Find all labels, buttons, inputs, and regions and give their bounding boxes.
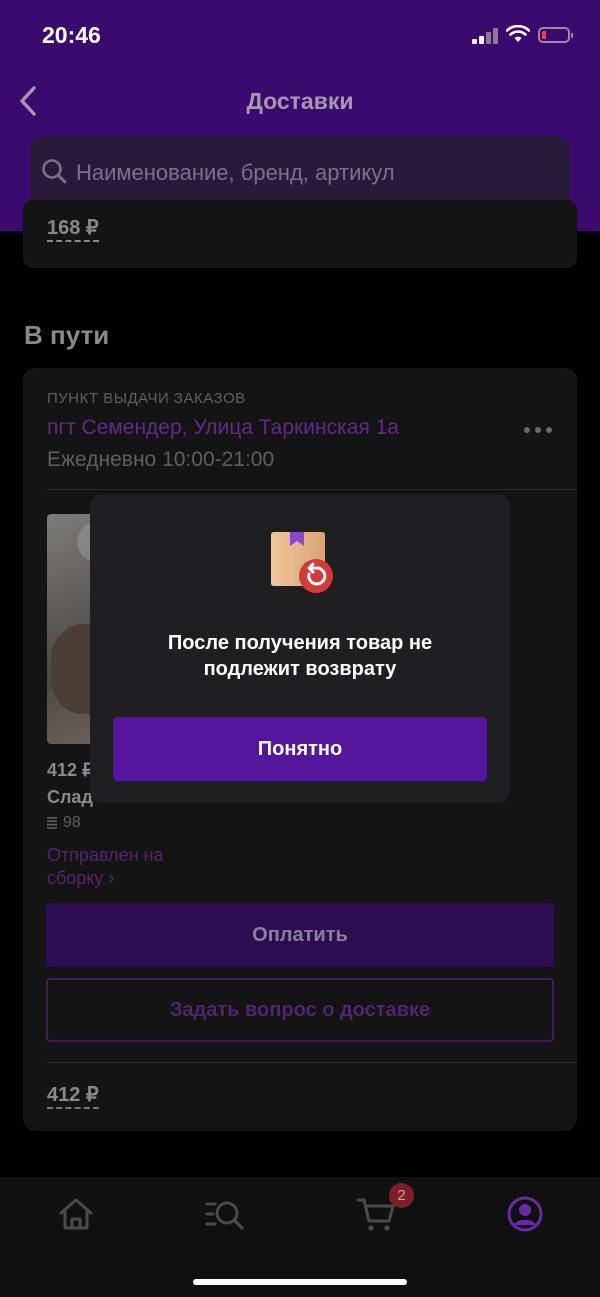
item-price: 412 ₽	[47, 760, 94, 780]
cellular-signal-icon	[472, 28, 500, 44]
pickup-point-hours: Ежедневно 10:00-21:00	[47, 448, 275, 471]
previous-delivery-price: 168 ₽	[47, 216, 99, 242]
wifi-icon	[506, 25, 530, 42]
no-return-modal: После получения товар не подлежит возвра…	[90, 494, 510, 803]
item-name: Слад	[47, 787, 93, 807]
barcode-icon	[47, 817, 57, 829]
home-indicator	[193, 1279, 407, 1285]
status-bar: 20:46	[0, 0, 600, 72]
status-time: 20:46	[42, 22, 101, 48]
previous-delivery-card: 168 ₽	[23, 200, 577, 268]
section-title-in-transit: В пути	[24, 320, 110, 350]
page-title: Доставки	[246, 88, 354, 114]
more-options-icon[interactable]	[523, 425, 553, 435]
catalog-search-icon[interactable]	[205, 1194, 245, 1234]
delivery-total-price: 412 ₽	[47, 1083, 99, 1109]
pickup-point-address[interactable]: пгт Семендер, Улица Таркинская 1а	[47, 416, 399, 440]
battery-icon	[538, 27, 573, 43]
header: 20:46 Доставки	[0, 0, 600, 231]
pay-button[interactable]: Оплатить	[46, 903, 554, 967]
package-return-icon	[271, 532, 333, 593]
divider	[47, 1062, 577, 1063]
divider	[47, 489, 577, 490]
pickup-point-label: ПУНКТ ВЫДАЧИ ЗАКАЗОВ	[47, 390, 246, 407]
modal-message: После получения товар не подлежит возвра…	[167, 632, 433, 680]
search-icon	[42, 159, 67, 184]
item-article: 98	[63, 814, 81, 831]
search-bar[interactable]	[30, 136, 570, 210]
search-input[interactable]	[74, 136, 558, 210]
profile-icon[interactable]	[505, 1194, 545, 1234]
understood-button[interactable]: Понятно	[113, 717, 487, 781]
ask-delivery-question-button[interactable]: Задать вопрос о доставке	[46, 978, 554, 1042]
item-status-link[interactable]: Отправлен на сборку ›	[47, 844, 187, 890]
cart-badge: 2	[389, 1183, 414, 1208]
home-icon[interactable]	[56, 1194, 96, 1234]
